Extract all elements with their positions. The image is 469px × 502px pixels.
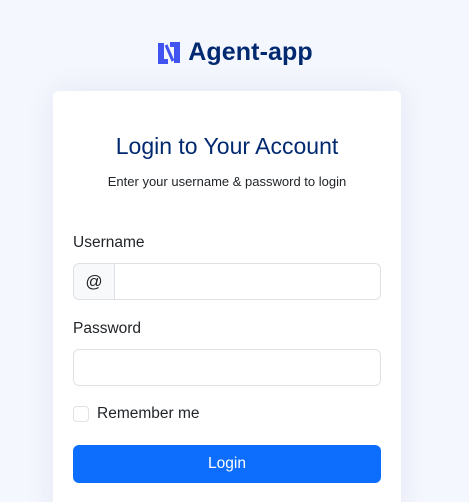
password-label: Password xyxy=(73,320,142,337)
login-button[interactable]: Login xyxy=(73,445,381,483)
username-input-group: @ xyxy=(73,263,381,300)
agent-app-logo-icon xyxy=(156,40,182,66)
username-label: Username xyxy=(73,234,145,251)
login-subtitle: Enter your username & password to login xyxy=(107,174,347,189)
login-page: Agent-app Login to Your Account Enter yo… xyxy=(0,0,469,502)
password-input[interactable] xyxy=(73,349,381,386)
brand-header[interactable]: Agent-app xyxy=(0,38,469,67)
login-title: Login to Your Account xyxy=(115,133,339,159)
at-sign-prefix: @ xyxy=(73,263,114,300)
brand-name: Agent-app xyxy=(188,38,313,66)
remember-me-checkbox[interactable] xyxy=(73,406,89,422)
username-input[interactable] xyxy=(114,263,381,300)
login-card: Login to Your Account Enter your usernam… xyxy=(53,91,401,502)
remember-me-label[interactable]: Remember me xyxy=(97,405,200,423)
remember-me[interactable]: Remember me xyxy=(73,405,200,423)
